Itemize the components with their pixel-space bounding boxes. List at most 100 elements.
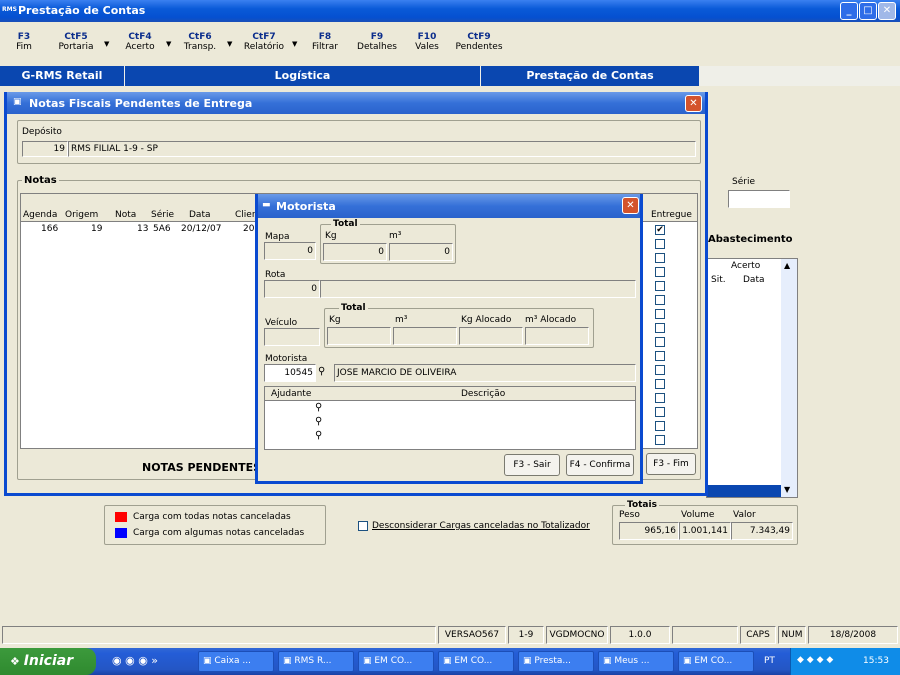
fim-button[interactable]: F3 - Fim <box>646 453 696 475</box>
entregue-checkbox[interactable] <box>655 239 665 249</box>
language-indicator[interactable]: PT <box>764 656 775 666</box>
task-emco-2[interactable]: ▣ EM CO... <box>438 651 514 672</box>
toolbar-fim[interactable]: F3 Fim <box>14 32 34 52</box>
deposito-name-field[interactable]: RMS FILIAL 1-9 - SP <box>68 141 696 157</box>
maximize-button[interactable]: □ <box>859 2 877 20</box>
minimize-button[interactable]: _ <box>840 2 858 20</box>
quicklaunch-icons[interactable]: ◉ ◉ ◉ » <box>112 654 158 667</box>
task-emco-3[interactable]: ▣ EM CO... <box>678 651 754 672</box>
start-button[interactable]: ❖ Iniciar <box>0 648 96 675</box>
row-nota[interactable]: 13 <box>137 224 148 234</box>
entregue-checkbox[interactable] <box>655 267 665 277</box>
binoculars-search-icon[interactable]: ⚲ <box>315 402 322 413</box>
toolbar: F3 Fim CtF5 Portaria ▼ CtF4 Acerto ▼ CtF6 Tr… <box>0 22 900 65</box>
peso-label: Peso <box>619 510 640 520</box>
entregue-checkbox[interactable] <box>655 421 665 431</box>
veiculo-m3-field[interactable] <box>393 327 457 345</box>
m3-alocado-field[interactable] <box>525 327 589 345</box>
kg-alocado-field[interactable] <box>459 327 523 345</box>
task-caixa[interactable]: ▣ Caixa ... <box>198 651 274 672</box>
entregue-checkbox[interactable] <box>655 365 665 375</box>
col-agenda: Agenda <box>23 210 58 220</box>
task-rms[interactable]: ▣ RMS R... <box>278 651 354 672</box>
close-button[interactable]: ✕ <box>878 2 896 20</box>
confirma-button[interactable]: F4 - Confirma <box>566 454 634 476</box>
dropdown-arrow-icon[interactable]: ▼ <box>166 40 171 48</box>
row-origem[interactable]: 19 <box>91 224 102 234</box>
abastecimento-label: Abastecimento <box>708 234 793 245</box>
toolbar-pendentes[interactable]: CtF9 Pendentes <box>454 32 504 52</box>
tray-icons[interactable]: ◆ ◆ ◆ ◆ <box>797 655 833 665</box>
scroll-down-icon[interactable]: ▼ <box>784 485 790 494</box>
toolbar-relatorio[interactable]: CtF7 Relatório <box>240 32 288 52</box>
toolbar-detalhes[interactable]: F9 Detalhes <box>355 32 399 52</box>
row-serie[interactable]: 5A6 <box>153 224 171 234</box>
entregue-checkbox[interactable] <box>655 295 665 305</box>
entregue-checkbox[interactable] <box>655 435 665 445</box>
rota-name-field[interactable] <box>320 280 636 298</box>
desconsiderar-label[interactable]: Desconsiderar Cargas canceladas no Total… <box>372 521 590 531</box>
task-emco-1[interactable]: ▣ EM CO... <box>358 651 434 672</box>
entregue-checkbox[interactable] <box>655 351 665 361</box>
toolbar-acerto[interactable]: CtF4 Acerto <box>120 32 160 52</box>
taskbar: ❖ Iniciar ◉ ◉ ◉ » ▣ Caixa ... ▣ RMS R...… <box>0 648 900 675</box>
status-date: 18/8/2008 <box>808 626 898 644</box>
ajudante-col: Ajudante <box>271 389 312 399</box>
entregue-checkbox[interactable] <box>655 323 665 333</box>
binoculars-search-icon[interactable]: ⚲ <box>315 416 322 427</box>
entregue-checkbox[interactable] <box>655 253 665 263</box>
peso-field: 965,16 <box>619 522 679 540</box>
row-data[interactable]: 20/12/07 <box>181 224 221 234</box>
total-label: Total <box>331 219 360 229</box>
motorista-title: Motorista <box>276 200 336 213</box>
entregue-checkbox[interactable] <box>655 407 665 417</box>
scroll-up-icon[interactable]: ▲ <box>784 261 790 270</box>
dropdown-arrow-icon[interactable]: ▼ <box>292 40 297 48</box>
entregue-checkbox[interactable]: ✔ <box>655 225 665 235</box>
m3-label: m³ <box>389 231 402 241</box>
app-title: Prestação de Contas <box>18 4 146 17</box>
red-swatch <box>115 512 127 522</box>
entregue-checkbox[interactable] <box>655 337 665 347</box>
serie-field[interactable] <box>728 190 790 208</box>
motorista-close-button[interactable]: ✕ <box>622 197 639 214</box>
binoculars-search-icon[interactable]: ⚲ <box>315 430 322 441</box>
toolbar-portaria[interactable]: CtF5 Portaria <box>56 32 96 52</box>
total-kg-field[interactable]: 0 <box>323 243 387 261</box>
sair-button[interactable]: F3 - Sair <box>504 454 560 476</box>
toolbar-transp[interactable]: CtF6 Transp. <box>180 32 220 52</box>
row-agenda[interactable]: 166 <box>41 224 58 234</box>
ajudante-grid: Ajudante Descrição ⚲ ⚲ ⚲ <box>264 386 636 450</box>
selected-row[interactable] <box>707 485 781 497</box>
blue-swatch <box>115 528 127 538</box>
binoculars-search-icon[interactable]: ⚲ <box>318 366 325 377</box>
toolbar-vales[interactable]: F10 Vales <box>412 32 442 52</box>
col-nota: Nota <box>115 210 137 220</box>
entregue-checkbox[interactable] <box>655 309 665 319</box>
desconsiderar-checkbox[interactable] <box>358 521 368 531</box>
motorista-code-field[interactable]: 10545 <box>264 364 316 382</box>
entregue-checkbox[interactable] <box>655 393 665 403</box>
deposito-code-field[interactable]: 19 <box>22 141 68 157</box>
rota-code-field[interactable]: 0 <box>264 280 320 298</box>
veiculo-field[interactable] <box>264 328 320 346</box>
dropdown-arrow-icon[interactable]: ▼ <box>104 40 109 48</box>
entregue-column: ✔ <box>655 225 667 449</box>
toolbar-filtrar[interactable]: F8 Filtrar <box>310 32 340 52</box>
entregue-checkbox[interactable] <box>655 379 665 389</box>
deposito-label: Depósito <box>22 127 62 137</box>
entregue-checkbox[interactable] <box>655 281 665 291</box>
task-meus[interactable]: ▣ Meus ... <box>598 651 674 672</box>
acerto-header: Acerto <box>731 261 761 271</box>
mapa-field[interactable]: 0 <box>264 242 316 260</box>
status-panel-empty <box>672 626 738 644</box>
notas-close-button[interactable]: ✕ <box>685 95 702 112</box>
status-caps: CAPS <box>740 626 776 644</box>
total-m3-field[interactable]: 0 <box>389 243 453 261</box>
dropdown-arrow-icon[interactable]: ▼ <box>227 40 232 48</box>
notas-pendentes-label: NOTAS PENDENTES <box>142 461 262 474</box>
veiculo-kg-field[interactable] <box>327 327 391 345</box>
scrollbar[interactable]: ▲ ▼ <box>781 259 797 497</box>
task-presta[interactable]: ▣ Presta... <box>518 651 594 672</box>
system-tray: ◆ ◆ ◆ ◆ 15:53 <box>790 648 900 675</box>
